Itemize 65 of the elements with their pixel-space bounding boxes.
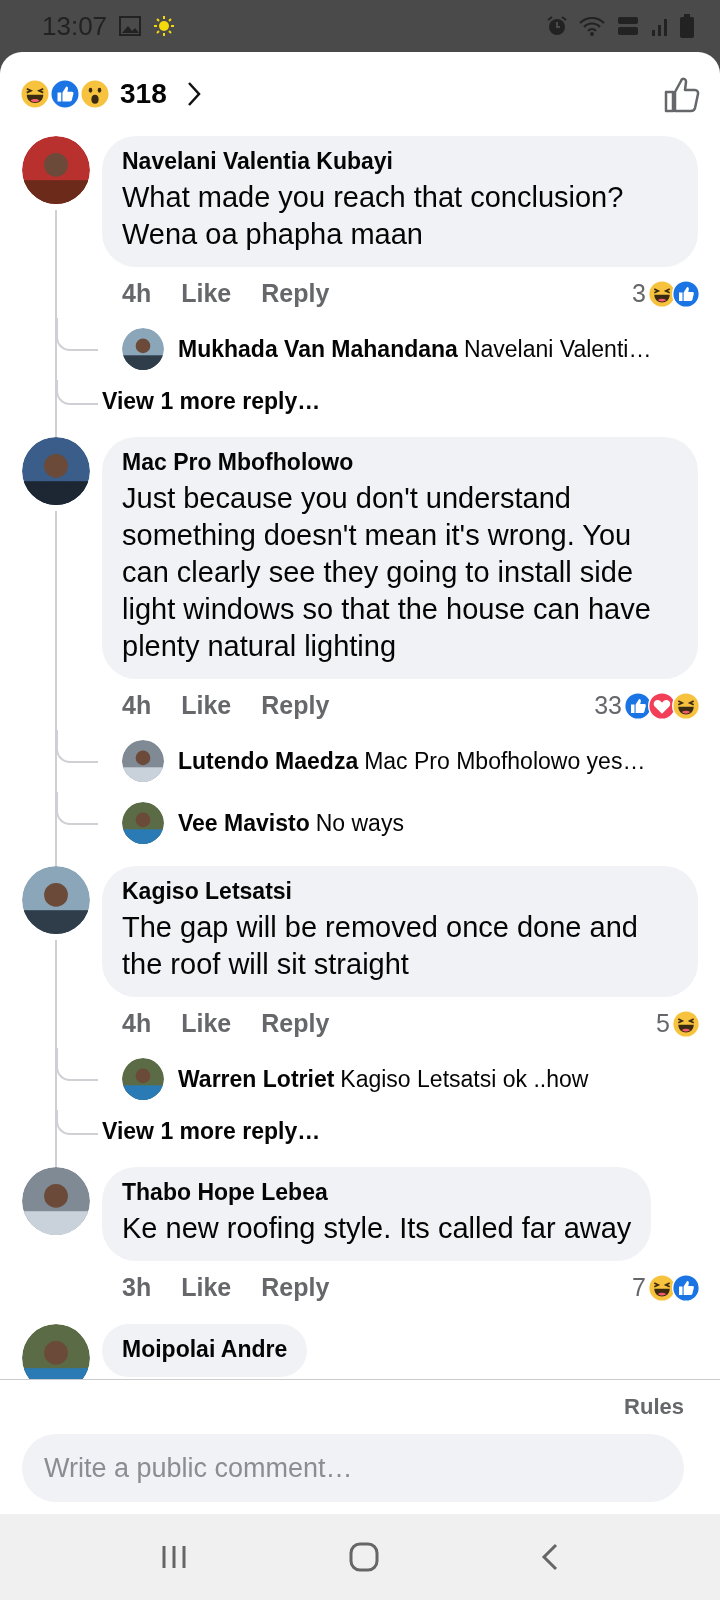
reaction-count[interactable]: 5 <box>656 1009 670 1038</box>
reply-link[interactable]: Reply <box>261 1273 330 1302</box>
reply-preview[interactable]: Kagiso Letsatsi ok ..how <box>340 1065 589 1093</box>
laughing-reaction-icon <box>648 279 676 308</box>
wifi-icon <box>578 15 606 37</box>
like-reaction-icon <box>672 279 700 308</box>
view-more-replies-link[interactable]: View 1 more reply… <box>102 1110 321 1155</box>
laughing-reaction-icon <box>672 1009 700 1038</box>
battery-icon <box>680 14 694 38</box>
commenter-name[interactable]: Thabo Hope Lebea <box>122 1179 632 1206</box>
view-more-replies-link[interactable]: View 1 more reply… <box>102 380 321 425</box>
like-reaction-icon <box>50 79 80 109</box>
commenter-name[interactable]: Mac Pro Mbofholowo <box>122 449 678 476</box>
reply-link[interactable]: Reply <box>261 691 330 720</box>
comment-text: What made you reach that conclusion? Wena oa phapha maan <box>122 180 625 252</box>
comment-time: 4h <box>122 691 152 720</box>
comment-text: The gap will be removed once done and the roof will sit straight <box>122 910 639 982</box>
reply-link[interactable]: Reply <box>261 1009 330 1038</box>
surprised-reaction-icon <box>80 79 110 109</box>
comment-text: Ke new roofing style. Its called far away <box>122 1211 632 1246</box>
love-reaction-icon <box>648 691 676 720</box>
laughing-reaction-icon <box>20 79 50 109</box>
recent-apps-icon[interactable] <box>160 1544 189 1570</box>
reply-preview[interactable]: No ways <box>315 809 404 837</box>
like-link[interactable]: Like <box>181 691 232 720</box>
laughing-reaction-icon <box>648 1273 676 1302</box>
avatar[interactable] <box>122 1058 164 1100</box>
commenter-name[interactable]: Moipolai Andre <box>122 1336 288 1363</box>
avatar[interactable] <box>122 328 164 370</box>
reply-preview[interactable]: Navelani Valenti… <box>463 335 652 363</box>
reaction-count[interactable]: 318 <box>120 78 167 110</box>
reply-preview[interactable]: Mac Pro Mbofholowo yes… <box>364 747 646 775</box>
image-icon <box>119 16 142 36</box>
like-reaction-icon <box>624 691 652 720</box>
reply-author[interactable]: Lutendo Maedza <box>178 747 359 775</box>
thumbs-up-icon[interactable] <box>664 75 700 113</box>
like-reaction-icon <box>672 1273 700 1302</box>
comment-time: 3h <box>122 1273 152 1302</box>
signal-icon <box>650 16 670 36</box>
commenter-name[interactable]: Navelani Valentia Kubayi <box>122 148 678 175</box>
reaction-count[interactable]: 7 <box>632 1273 646 1302</box>
comment-time: 4h <box>122 279 152 308</box>
back-icon[interactable] <box>539 1542 560 1572</box>
reply-author[interactable]: Warren Lotriet <box>178 1065 335 1093</box>
chevron-right-icon[interactable] <box>186 81 201 107</box>
commenter-name[interactable]: Kagiso Letsatsi <box>122 878 678 905</box>
reply-author[interactable]: Mukhada Van Mahandana <box>178 335 458 363</box>
sun-icon <box>153 15 176 37</box>
reaction-count[interactable]: 3 <box>632 279 646 308</box>
like-link[interactable]: Like <box>181 1009 232 1038</box>
avatar[interactable] <box>122 740 164 782</box>
reply-link[interactable]: Reply <box>261 279 330 308</box>
avatar[interactable] <box>122 802 164 844</box>
home-icon[interactable] <box>349 1542 379 1572</box>
rules-link[interactable]: Rules <box>624 1394 684 1420</box>
comment-text: Just because you don't understand something doesn't mean it's wrong. You can clearly see they going to install side light windows so that the house can have plenty natural lighting <box>122 481 652 664</box>
like-link[interactable]: Like <box>181 279 232 308</box>
avatar[interactable] <box>22 1324 90 1379</box>
reply-author[interactable]: Vee Mavisto <box>178 809 310 837</box>
comment-input[interactable]: Write a public comment… <box>22 1434 684 1502</box>
comment-time: 4h <box>122 1009 152 1038</box>
alarm-icon <box>546 15 568 37</box>
reaction-count[interactable]: 33 <box>594 691 622 720</box>
like-link[interactable]: Like <box>181 1273 232 1302</box>
laughing-reaction-icon <box>672 691 700 720</box>
